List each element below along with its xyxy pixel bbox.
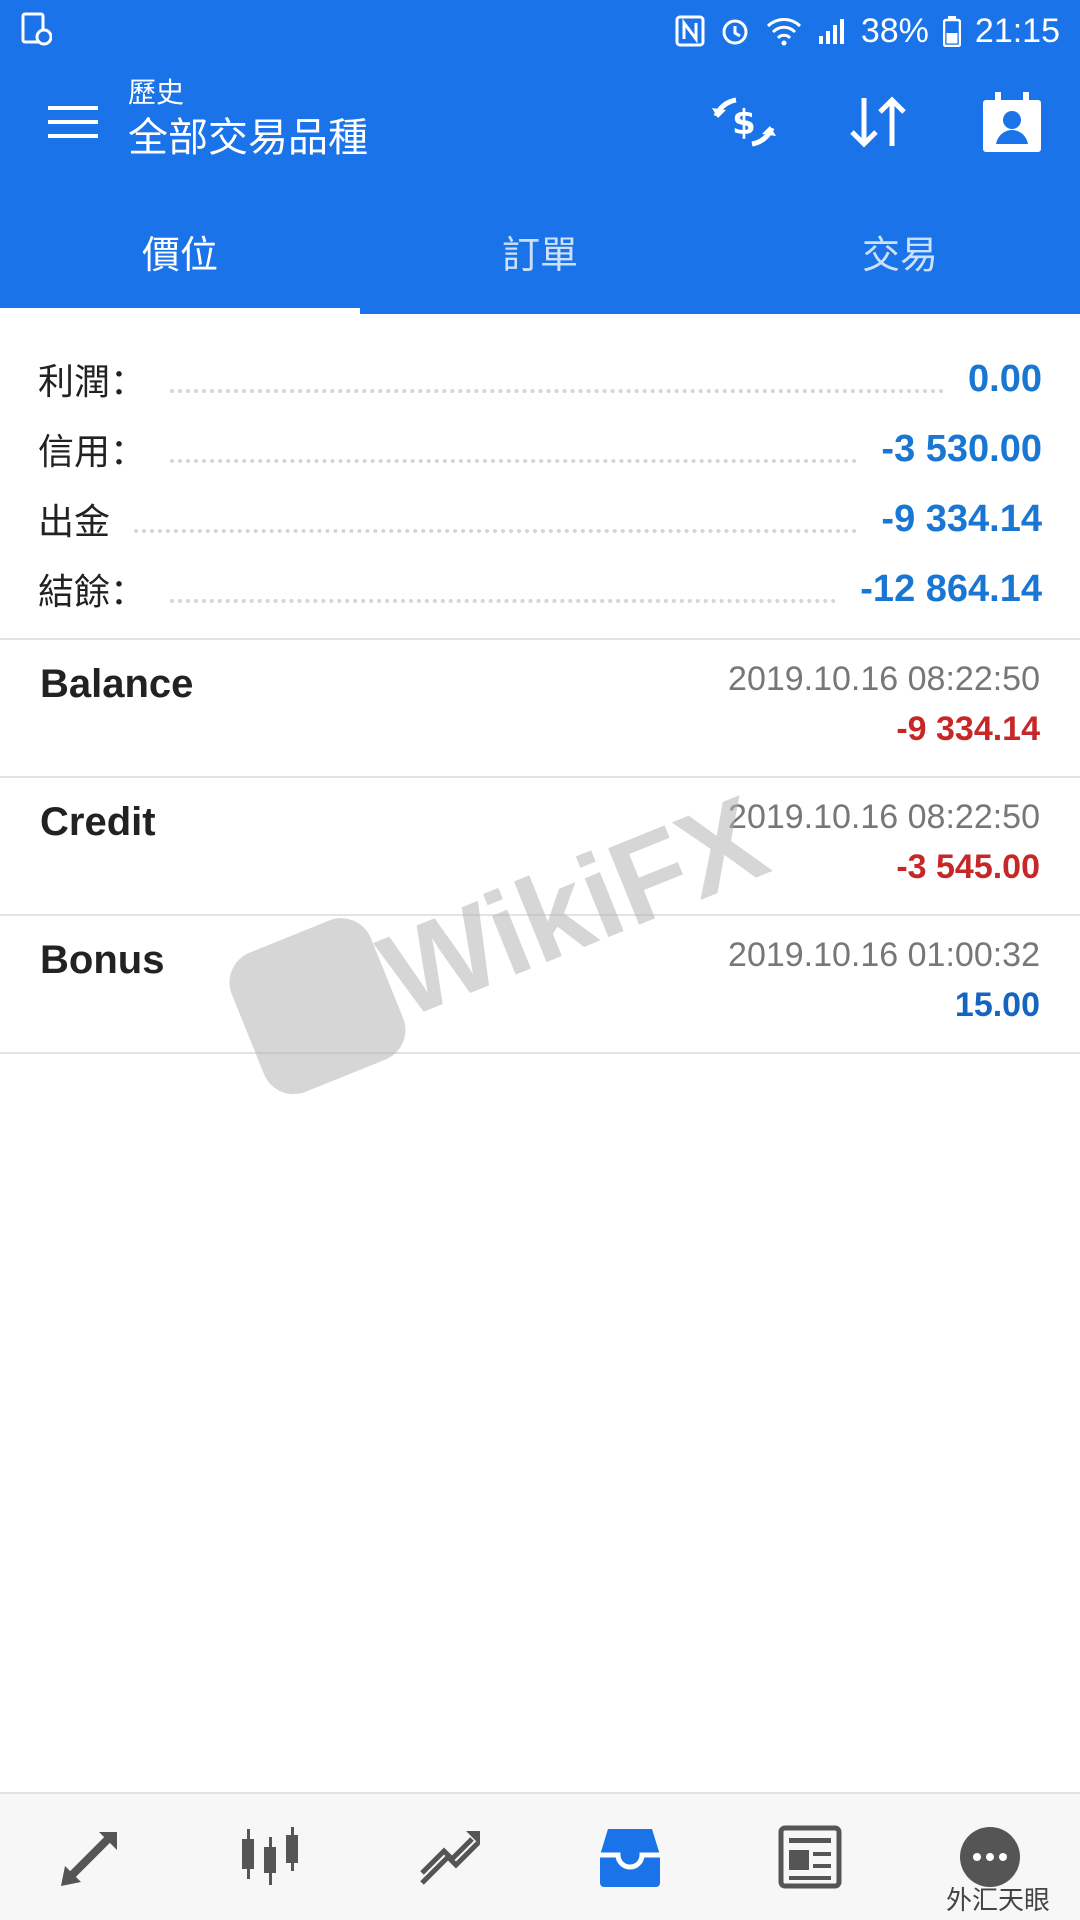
leader-dots [170,459,858,463]
summary-row-profit: 利潤： 0.00 [0,344,1080,414]
leader-dots [170,389,945,393]
summary-value: -12 864.14 [860,567,1042,610]
deal-amount: -9 334.14 [896,710,1040,748]
deal-time: 2019.10.16 08:22:50 [728,798,1040,836]
signal-icon [817,16,847,46]
tab-bar: 價位 訂單 交易 [0,188,1080,314]
list-item[interactable]: Balance 2019.10.16 08:22:50 -9 334.14 [0,640,1080,778]
deal-time: 2019.10.16 08:22:50 [728,660,1040,698]
deal-type: Balance [40,662,194,706]
menu-icon[interactable] [48,102,98,142]
trade-arrows-icon[interactable] [45,1812,135,1902]
summary-value: -3 530.00 [881,427,1042,470]
bottom-navigation [0,1792,1080,1920]
tab-price[interactable]: 價位 [0,188,360,314]
list-item[interactable]: Bonus 2019.10.16 01:00:32 15.00 [0,916,1080,1054]
deal-amount: 15.00 [954,986,1040,1024]
status-bar: 38% 21:15 [0,0,1080,62]
clock: 21:15 [974,11,1060,50]
history-summary: 利潤： 0.00 信用： -3 530.00 出金 -9 334.14 結餘： … [0,314,1080,640]
deal-type: Credit [40,800,156,844]
chart-trend-icon[interactable] [405,1812,495,1902]
screenshot-icon [20,11,53,51]
title-block[interactable]: 歷史 全部交易品種 [128,76,368,166]
summary-row-credit: 信用： -3 530.00 [0,414,1080,484]
svg-text:$: $ [732,103,756,143]
summary-label: 結餘： [38,572,147,613]
list-item[interactable]: Credit 2019.10.16 08:22:50 -3 545.00 [0,778,1080,916]
battery-icon [942,15,961,47]
page-title: 全部交易品種 [128,115,368,161]
deal-amount: -3 545.00 [896,848,1040,886]
page-subtitle: 歷史 [128,76,185,109]
tab-deals[interactable]: 交易 [720,188,1080,314]
summary-label: 利潤： [38,362,147,403]
news-icon[interactable] [765,1812,855,1902]
summary-row-balance: 結餘： -12 864.14 [0,554,1080,624]
candlestick-icon[interactable] [225,1812,315,1902]
alarm-icon [719,15,751,47]
wifi-icon [765,16,803,46]
summary-row-withdrawal: 出金 -9 334.14 [0,484,1080,554]
summary-label: 出金 [38,502,111,543]
leader-dots [134,529,858,533]
currency-exchange-icon[interactable]: $ [708,86,780,158]
leader-dots [170,599,837,603]
tab-orders[interactable]: 訂單 [360,188,720,314]
deal-time: 2019.10.16 01:00:32 [728,936,1040,974]
app-bar: 歷史 全部交易品種 $ [0,62,1080,188]
source-watermark-label: 外汇天眼 [945,1886,1050,1916]
summary-label: 信用： [38,432,147,473]
sort-icon[interactable] [842,86,914,158]
contacts-icon[interactable] [976,86,1048,158]
nfc-icon [675,15,705,47]
history-inbox-icon[interactable] [585,1812,675,1902]
battery-percent: 38% [860,11,929,50]
summary-value: -9 334.14 [881,497,1042,540]
deal-type: Bonus [40,938,165,982]
summary-value: 0.00 [968,357,1042,400]
